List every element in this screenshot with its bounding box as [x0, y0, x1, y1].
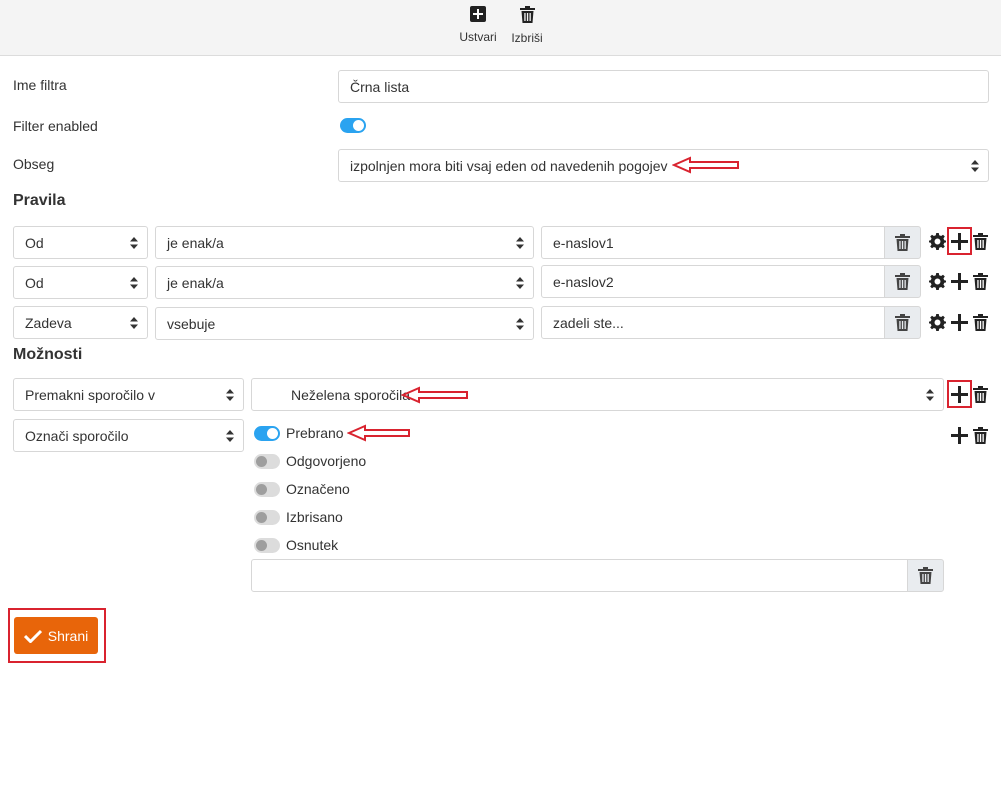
flag-extra-input[interactable] — [251, 559, 909, 592]
scope-select[interactable]: izpolnjen mora biti vsaj eden od naveden… — [338, 149, 989, 182]
filter-enabled-toggle[interactable] — [340, 118, 366, 133]
trash-icon[interactable] — [973, 314, 988, 331]
select-caret-icon — [926, 388, 934, 401]
action-select-move[interactable]: Premakni sporočilo v — [13, 378, 244, 411]
rule-field-select[interactable]: Od — [13, 266, 148, 299]
gear-icon[interactable] — [929, 233, 946, 250]
rule-value-clear-button[interactable] — [884, 265, 921, 298]
action-move-value: Premakni sporočilo v — [25, 386, 155, 403]
plus-square-icon — [470, 6, 486, 22]
rule-value-text: e-naslov1 — [553, 234, 614, 251]
trash-icon[interactable] — [973, 233, 988, 250]
flag-toggle-deleted[interactable] — [254, 510, 280, 525]
toggle-knob — [256, 540, 267, 551]
rules-heading: Pravila — [13, 192, 66, 209]
plus-icon[interactable] — [951, 314, 968, 331]
rule-operator-select[interactable]: je enak/a — [155, 226, 534, 259]
rule-value-input[interactable]: zadeli ste... — [541, 306, 886, 339]
delete-label: Izbriši — [511, 31, 543, 45]
select-caret-icon — [516, 236, 524, 249]
filter-name-input[interactable]: Črna lista — [338, 70, 989, 103]
rule-operator-value: vsebuje — [167, 315, 216, 332]
toggle-knob — [256, 484, 267, 495]
scope-label: Obseg — [13, 156, 55, 172]
filter-enabled-label: Filter enabled — [13, 118, 98, 134]
flag-toggle-draft[interactable] — [254, 538, 280, 553]
flag-extra-clear-button[interactable] — [907, 559, 944, 592]
annotation-box-rule-add — [947, 227, 972, 255]
select-caret-icon — [130, 276, 138, 289]
flag-label-deleted: Izbrisano — [286, 509, 343, 525]
rule-operator-value: je enak/a — [167, 234, 224, 251]
rule-field-value: Od — [25, 234, 44, 251]
annotation-arrow-scope — [672, 156, 739, 174]
select-caret-icon — [971, 159, 979, 172]
trash-icon[interactable] — [973, 427, 988, 444]
save-button[interactable]: Shrani — [14, 617, 98, 654]
trash-icon[interactable] — [973, 386, 988, 403]
select-caret-icon — [516, 317, 524, 330]
toggle-knob — [256, 456, 267, 467]
flag-toggle-answered[interactable] — [254, 454, 280, 469]
delete-button[interactable]: Izbriši — [503, 6, 551, 45]
rule-value-clear-button[interactable] — [884, 226, 921, 259]
annotation-box-action-add — [947, 380, 972, 408]
action-select-mark[interactable]: Označi sporočilo — [13, 419, 244, 452]
select-caret-icon — [226, 388, 234, 401]
rule-value-input[interactable]: e-naslov1 — [541, 226, 886, 259]
flag-toggle-flagged[interactable] — [254, 482, 280, 497]
select-caret-icon — [516, 276, 524, 289]
scope-value: izpolnjen mora biti vsaj eden od naveden… — [350, 157, 668, 174]
select-caret-icon — [226, 429, 234, 442]
checkmark-icon — [23, 629, 42, 643]
trash-icon — [918, 567, 933, 584]
gear-icon[interactable] — [929, 314, 946, 331]
rule-field-value: Od — [25, 274, 44, 291]
toggle-knob — [353, 120, 364, 131]
rule-operator-select[interactable]: vsebuje — [155, 307, 534, 340]
folder-value: Nežele​na sporočila — [291, 386, 411, 403]
select-caret-icon — [130, 316, 138, 329]
flag-toggle-read[interactable] — [254, 426, 280, 441]
rule-field-value: Zadeva — [25, 314, 72, 331]
toggle-knob — [256, 512, 267, 523]
filter-name-value: Črna lista — [350, 78, 410, 95]
toolbar: Ustvari Izbriši — [0, 0, 1001, 56]
rule-field-select[interactable]: Zadeva — [13, 306, 148, 339]
trash-icon — [895, 273, 910, 290]
filter-name-label: Ime filtra — [13, 77, 67, 93]
flag-label-draft: Osnutek — [286, 537, 339, 553]
create-label: Ustvari — [459, 30, 497, 44]
rule-value-input[interactable]: e-naslov2 — [541, 265, 886, 298]
trash-icon — [895, 314, 910, 331]
rule-value-text: zadeli ste... — [553, 314, 624, 331]
plus-icon[interactable] — [951, 427, 968, 444]
rule-field-select[interactable]: Od — [13, 226, 148, 259]
trash-icon[interactable] — [973, 273, 988, 290]
create-button[interactable]: Ustvari — [454, 6, 502, 44]
save-label: Shrani — [47, 627, 89, 644]
gear-icon[interactable] — [929, 273, 946, 290]
folder-select[interactable]: Nežele​na sporočila — [251, 378, 944, 411]
rule-value-clear-button[interactable] — [884, 306, 921, 339]
rule-operator-value: je enak/a — [167, 274, 224, 291]
flag-label-read: Prebrano — [286, 425, 344, 441]
action-mark-value: Označi sporočilo — [25, 427, 129, 444]
flag-label-flagged: Označeno — [286, 481, 350, 497]
flag-label-answered: Odgovorjeno — [286, 453, 367, 469]
select-caret-icon — [130, 236, 138, 249]
plus-icon[interactable] — [951, 273, 968, 290]
toggle-knob — [267, 428, 278, 439]
options-heading: Možnosti — [13, 346, 83, 363]
annotation-arrow-flag — [347, 424, 410, 442]
rule-value-text: e-naslov2 — [553, 273, 614, 290]
trash-icon — [519, 6, 535, 23]
annotation-arrow-folder — [401, 386, 468, 404]
trash-icon — [895, 234, 910, 251]
rule-operator-select[interactable]: je enak/a — [155, 266, 534, 299]
